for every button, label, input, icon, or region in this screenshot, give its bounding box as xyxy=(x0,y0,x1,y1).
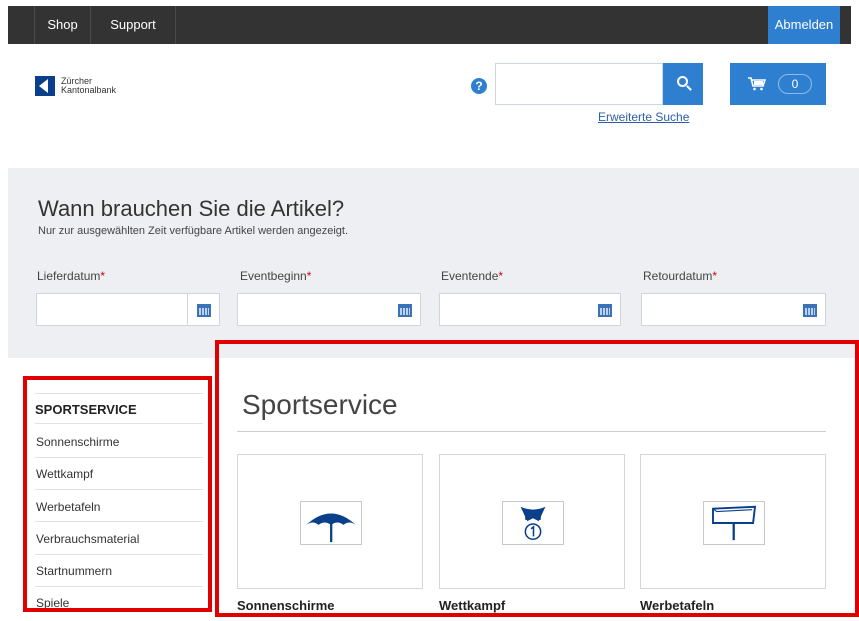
event-start-label: Eventbeginn* xyxy=(240,269,311,283)
date-panel-subtitle: Nur zur ausgewählten Zeit verfügbare Art… xyxy=(38,225,349,237)
advanced-search-link[interactable]: Erweiterte Suche xyxy=(598,110,689,124)
event-start-input[interactable] xyxy=(237,293,390,326)
logo-line-2: Kantonalbank xyxy=(61,85,117,95)
field-label-text: Eventende xyxy=(441,269,499,283)
calendar-icon xyxy=(598,304,612,317)
delivery-date-calendar-button[interactable] xyxy=(188,293,220,326)
search-icon-handle xyxy=(686,85,692,91)
event-end-calendar-button[interactable] xyxy=(589,293,621,326)
return-date-label: Retourdatum* xyxy=(643,269,717,283)
calendar-icon xyxy=(197,304,211,317)
search-button[interactable] xyxy=(663,63,703,105)
event-end-input[interactable] xyxy=(439,293,590,326)
logout-button[interactable]: Abmelden xyxy=(768,6,840,44)
date-panel-title: Wann brauchen Sie die Artikel? xyxy=(38,196,345,221)
nav-divider xyxy=(175,6,176,44)
return-date-input[interactable] xyxy=(641,293,795,326)
bank-logo[interactable]: Zürcher Kantonalbank xyxy=(35,76,135,98)
calendar-icon xyxy=(803,304,817,317)
return-date-calendar-button[interactable] xyxy=(794,293,826,326)
event-start-calendar-button[interactable] xyxy=(389,293,421,326)
delivery-date-input[interactable] xyxy=(36,293,188,326)
logo-text: Zürcher Kantonalbank xyxy=(61,77,116,95)
field-label-text: Lieferdatum xyxy=(37,269,101,283)
required-marker: * xyxy=(306,269,312,283)
help-icon[interactable]: ? xyxy=(471,78,487,94)
logo-mark-icon xyxy=(35,76,55,96)
sidebar-highlight-box xyxy=(23,376,212,612)
top-nav-bar: Shop Support Abmelden xyxy=(8,6,851,44)
required-marker: * xyxy=(712,269,718,283)
required-marker: * xyxy=(100,269,106,283)
field-label-text: Retourdatum xyxy=(643,269,713,283)
cart-count-badge: 0 xyxy=(778,74,812,94)
cart-icon xyxy=(748,77,766,91)
search-input[interactable] xyxy=(495,63,663,105)
calendar-icon xyxy=(398,304,412,317)
required-marker: * xyxy=(498,269,504,283)
content-highlight-box xyxy=(215,340,859,617)
cart-button[interactable]: 0 xyxy=(730,63,826,105)
field-label-text: Eventbeginn xyxy=(240,269,307,283)
delivery-date-label: Lieferdatum* xyxy=(37,269,105,283)
nav-item-support[interactable]: Support xyxy=(91,6,175,44)
nav-item-shop[interactable]: Shop xyxy=(35,6,90,44)
event-end-label: Eventende* xyxy=(441,269,503,283)
